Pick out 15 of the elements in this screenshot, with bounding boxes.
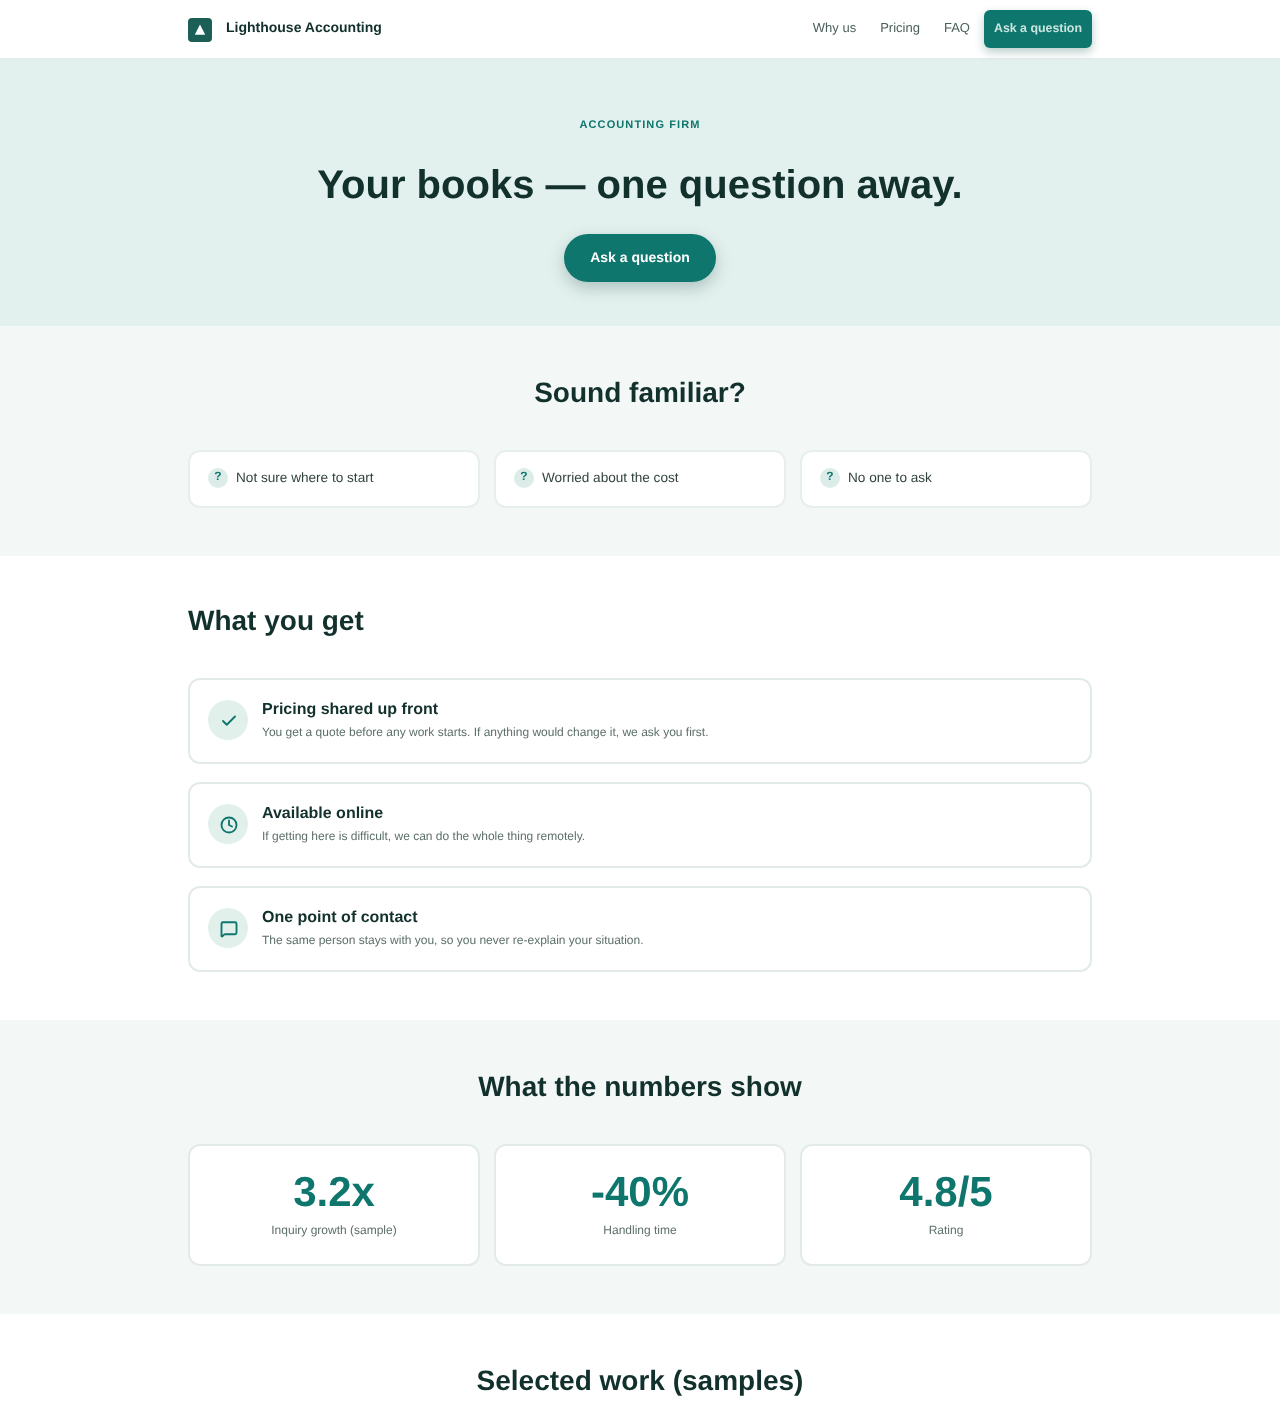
check-icon [208, 700, 248, 740]
stat-value: 4.8/5 [899, 1169, 993, 1217]
feature-title: Available online [262, 803, 384, 823]
section-title: Sound familiar? [534, 376, 746, 410]
hero-title: Your books — one question away. [317, 162, 963, 210]
stat-value: -40% [590, 1169, 690, 1217]
feature-title: Pricing shared up front [262, 699, 439, 719]
section-title: What you get [188, 604, 364, 638]
logo-icon [188, 17, 212, 41]
stat-value: 3.2x [293, 1169, 375, 1217]
feature-title: One point of contact [262, 907, 418, 927]
speech-bubble-icon [208, 908, 248, 948]
clock-icon [208, 804, 248, 844]
section-title: Selected work (samples) [476, 1363, 804, 1397]
section-title: What the numbers show [478, 1070, 802, 1104]
